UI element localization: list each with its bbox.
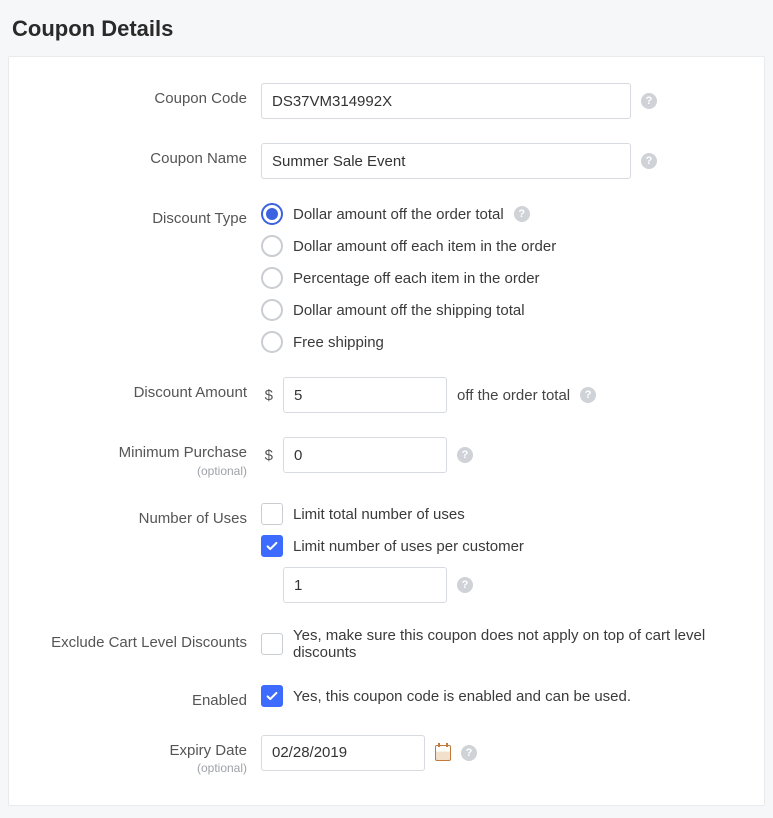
help-icon[interactable]: ? — [580, 387, 596, 403]
coupon-name-label: Coupon Name — [29, 143, 261, 169]
calendar-icon[interactable] — [435, 745, 451, 761]
discount-type-radio-group: Dollar amount off the order total ? Doll… — [261, 203, 744, 353]
help-icon[interactable]: ? — [457, 447, 473, 463]
help-icon[interactable]: ? — [641, 93, 657, 109]
expiry-date-label-text: Expiry Date — [169, 742, 247, 759]
minimum-purchase-label: Minimum Purchase (optional) — [29, 437, 261, 479]
enabled-label: Enabled — [29, 685, 261, 711]
help-icon[interactable]: ? — [641, 153, 657, 169]
coupon-code-label: Coupon Code — [29, 83, 261, 109]
exclude-cart-level-checkbox[interactable] — [261, 633, 283, 655]
expiry-date-input[interactable] — [261, 735, 425, 771]
discount-amount-suffix: off the order total — [457, 387, 570, 404]
discount-type-radio-percent-item[interactable] — [261, 267, 283, 289]
currency-symbol: $ — [261, 447, 273, 464]
coupon-name-input[interactable] — [261, 143, 631, 179]
discount-type-label: Discount Type — [29, 203, 261, 229]
exclude-cart-level-text: Yes, make sure this coupon does not appl… — [293, 627, 744, 661]
optional-label: (optional) — [29, 464, 247, 480]
help-icon[interactable]: ? — [457, 577, 473, 593]
minimum-purchase-label-text: Minimum Purchase — [119, 444, 247, 461]
coupon-code-input[interactable] — [261, 83, 631, 119]
currency-symbol: $ — [261, 387, 273, 404]
optional-label: (optional) — [29, 761, 247, 777]
limit-total-uses-checkbox[interactable] — [261, 503, 283, 525]
exclude-cart-level-label: Exclude Cart Level Discounts — [29, 627, 261, 653]
number-of-uses-label: Number of Uses — [29, 503, 261, 529]
minimum-purchase-input[interactable] — [283, 437, 447, 473]
discount-type-radio-order-total[interactable] — [261, 203, 283, 225]
discount-type-radio-each-item[interactable] — [261, 235, 283, 257]
coupon-details-panel: Coupon Code ? Coupon Name ? Discount Typ… — [8, 56, 765, 806]
enabled-text: Yes, this coupon code is enabled and can… — [293, 688, 631, 705]
limit-per-customer-label: Limit number of uses per customer — [293, 538, 524, 555]
radio-label: Dollar amount off each item in the order — [293, 238, 556, 255]
discount-type-radio-free-shipping[interactable] — [261, 331, 283, 353]
radio-label: Percentage off each item in the order — [293, 270, 540, 287]
discount-amount-input[interactable] — [283, 377, 447, 413]
radio-label: Free shipping — [293, 334, 384, 351]
discount-amount-label: Discount Amount — [29, 377, 261, 403]
help-icon[interactable]: ? — [514, 206, 530, 222]
enabled-checkbox[interactable] — [261, 685, 283, 707]
radio-label: Dollar amount off the order total — [293, 206, 504, 223]
limit-total-uses-label: Limit total number of uses — [293, 506, 465, 523]
radio-label: Dollar amount off the shipping total — [293, 302, 525, 319]
help-icon[interactable]: ? — [461, 745, 477, 761]
page-title: Coupon Details — [12, 16, 761, 42]
limit-per-customer-input[interactable] — [283, 567, 447, 603]
expiry-date-label: Expiry Date (optional) — [29, 735, 261, 777]
discount-type-radio-shipping-total[interactable] — [261, 299, 283, 321]
limit-per-customer-checkbox[interactable] — [261, 535, 283, 557]
